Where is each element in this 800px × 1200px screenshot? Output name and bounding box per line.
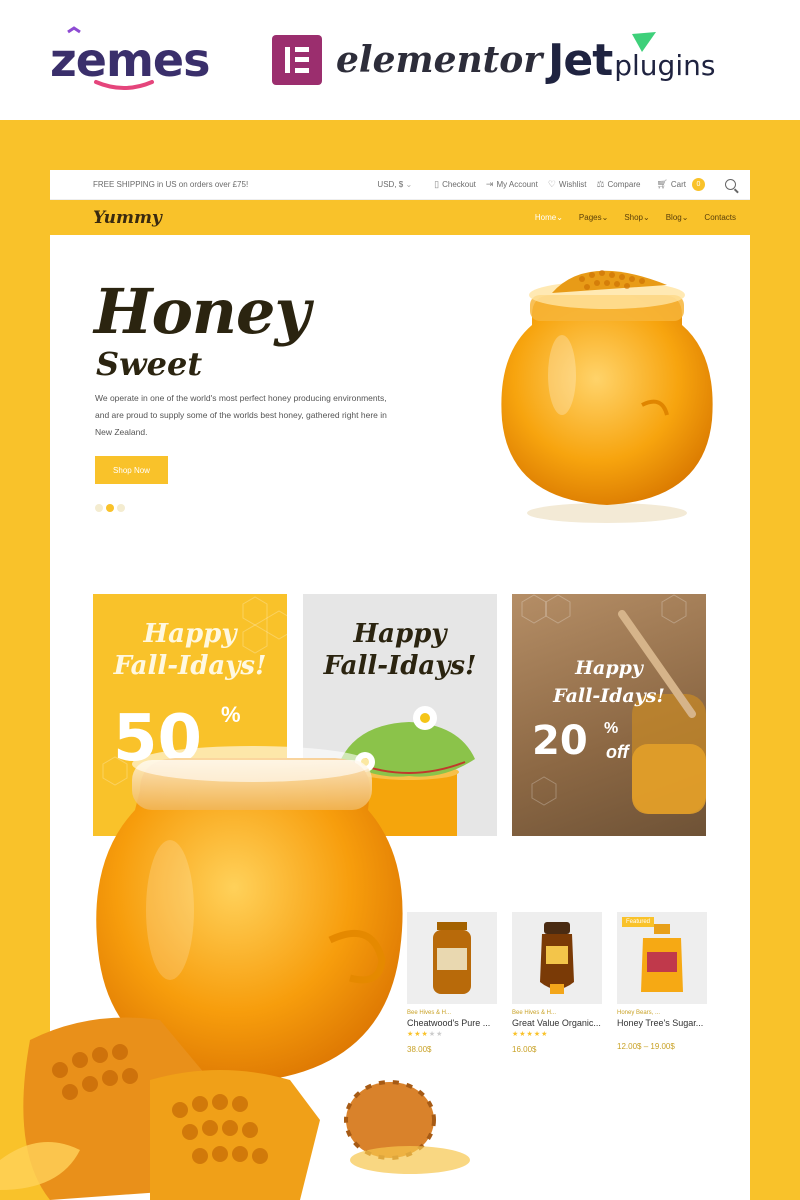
discount-unit: %: [604, 720, 619, 737]
shop-now-button[interactable]: Shop Now: [95, 456, 168, 484]
cart-count-badge: 0: [692, 178, 705, 191]
site-logo[interactable]: Yummy: [93, 208, 535, 228]
nav-label: Shop: [624, 213, 643, 222]
honey-dipper-jar-image: [521, 594, 706, 814]
discount-suffix: off: [606, 742, 629, 762]
wishlist-link[interactable]: ♡ Wishlist: [548, 179, 587, 190]
brand-strip: zemes elementor Jet plugins: [0, 0, 800, 120]
compare-link[interactable]: ⚖ Compare: [596, 179, 640, 190]
account-link[interactable]: ⇥ My Account: [486, 179, 538, 190]
clipboard-icon: ▯: [434, 179, 440, 189]
banner-title: Happy Fall-Idays!: [93, 618, 287, 682]
wishlist-label: Wishlist: [558, 180, 587, 189]
compare-label: Compare: [607, 180, 641, 189]
product-card[interactable]: Featured Honey Bears, ... Honey Tree's S…: [617, 912, 707, 1051]
slider-dot-active[interactable]: [106, 504, 114, 512]
account-label: My Account: [496, 180, 538, 189]
nav-label: Home: [534, 213, 557, 222]
compare-icon: ⚖: [596, 179, 605, 189]
chevron-down-icon: ⌄: [643, 213, 650, 222]
discount-value: 20: [532, 718, 588, 764]
product-price: 16.00$: [512, 1045, 537, 1054]
nav-item-shop[interactable]: Shop⌄: [624, 213, 649, 222]
cart-link[interactable]: 🛒︎ Cart 0: [656, 178, 705, 191]
hero-subtitle: Sweet: [96, 345, 203, 383]
nav-item-contacts[interactable]: Contacts: [704, 213, 736, 222]
product-card[interactable]: Bee Hives & H... Great Value Organic... …: [512, 912, 602, 1054]
product-name[interactable]: Great Value Organic...: [512, 1018, 602, 1028]
chevron-down-icon: ⌄: [556, 213, 563, 222]
banner-title-line2: Fall-Idays!: [113, 651, 267, 681]
nav-label: Pages: [578, 213, 602, 222]
currency-select[interactable]: USD, $ ⌄: [377, 180, 412, 189]
nav-item-pages[interactable]: Pages⌄: [579, 213, 608, 222]
zemes-underline-icon: [94, 80, 154, 90]
search-icon[interactable]: [725, 179, 736, 190]
currency-label: USD, $: [377, 180, 404, 189]
product-image[interactable]: Featured: [617, 912, 707, 1004]
hero-title: Honey: [94, 275, 310, 348]
main-navbar: Yummy Home⌄ Pages⌄ Shop⌄ Blog⌄ Contacts: [50, 200, 750, 235]
honey-jar-decoration-image: [0, 746, 470, 1200]
honey-dipper-icon: [344, 1080, 470, 1174]
elementor-wordmark: elementor: [336, 39, 543, 81]
checkout-link[interactable]: ▯ Checkout: [434, 179, 476, 190]
nav-label: Contacts: [704, 213, 736, 222]
elementor-icon: [272, 35, 322, 85]
banner-title: Happy Fall-Idays!: [512, 654, 706, 710]
chevron-down-icon: ⌄: [681, 213, 689, 222]
product-category[interactable]: Honey Bears, ...: [617, 1010, 707, 1016]
nav-menu: Home⌄ Pages⌄ Shop⌄ Blog⌄ Contacts: [535, 213, 736, 222]
chevron-down-icon: ⌄: [405, 180, 413, 189]
zemes-accent-icon: [67, 26, 81, 34]
product-category[interactable]: Bee Hives & H...: [512, 1010, 602, 1016]
hero-slider: Honey Sweet We operate in one of the wor…: [50, 235, 750, 565]
hero-description: We operate in one of the world's most pe…: [95, 393, 387, 437]
nav-item-blog[interactable]: Blog⌄: [666, 213, 689, 222]
slider-dots: [95, 504, 125, 512]
nav-label: Blog: [665, 213, 682, 222]
slider-dot[interactable]: [117, 504, 125, 512]
shipping-notice: FREE SHIPPING in US on orders over £75!: [93, 180, 249, 189]
banner-title-line2: Fall-Idays!: [553, 685, 665, 707]
honey-jar-image: [501, 270, 713, 523]
cart-icon: 🛒︎: [656, 179, 668, 189]
chevron-down-icon: ⌄: [601, 213, 609, 222]
top-bar: FREE SHIPPING in US on orders over £75! …: [50, 170, 750, 200]
rating-stars: ★★★★★: [512, 1031, 549, 1038]
product-name[interactable]: Honey Tree's Sugar...: [617, 1018, 707, 1028]
nav-item-home[interactable]: Home⌄: [535, 213, 563, 222]
jet-arrow-icon: [632, 32, 656, 52]
honey-bottle-image: [540, 922, 574, 994]
banner-title-line1: Happy: [143, 619, 237, 649]
cart-label: Cart: [670, 180, 686, 189]
featured-badge: Featured: [622, 917, 655, 927]
slider-dot[interactable]: [95, 504, 103, 512]
checkout-label: Checkout: [442, 180, 476, 189]
heart-icon: ♡: [547, 179, 556, 189]
promo-banner-3[interactable]: Happy Fall-Idays! 20 % off: [512, 594, 706, 836]
product-price: 12.00$ – 19.00$: [617, 1042, 675, 1051]
product-image[interactable]: [512, 912, 602, 1004]
login-icon: ⇥: [485, 179, 494, 189]
elementor-logo: elementor: [272, 28, 542, 92]
account-links: ▯ Checkout ⇥ My Account ♡ Wishlist ⚖ Compare…: [434, 178, 736, 191]
banner-title-line1: Happy: [575, 657, 643, 679]
jet-wordmark: Jet: [548, 34, 613, 86]
